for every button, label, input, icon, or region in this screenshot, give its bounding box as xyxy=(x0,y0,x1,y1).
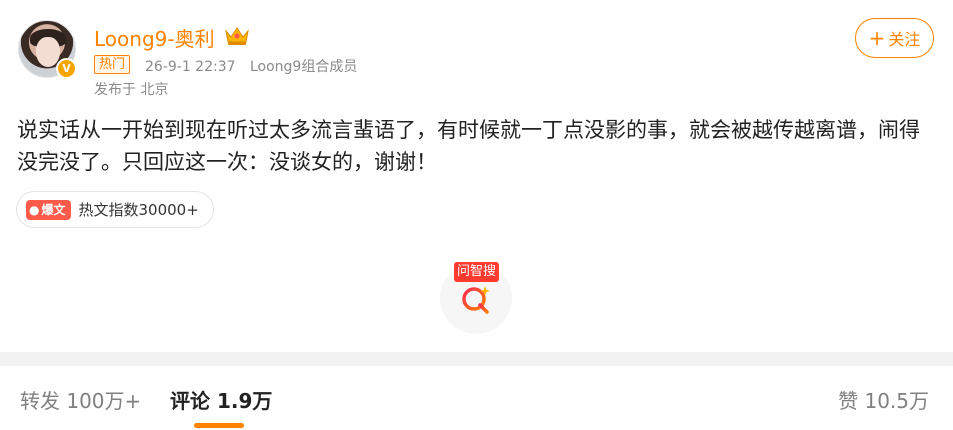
tab-repost[interactable]: 转发 100万+ xyxy=(20,385,141,414)
flame-icon: ● xyxy=(29,202,40,217)
post-content[interactable]: 说实话从一开始到现在听过太多流言蜚语了，有时候就一丁点没影的事，就会被越传越离谱… xyxy=(17,114,937,178)
username[interactable]: Loong9-奥利 xyxy=(94,23,215,52)
hotness-badge: ● 爆文 xyxy=(26,199,71,220)
crown-icon xyxy=(225,27,249,45)
tab-comment[interactable]: 评论 1.9万 xyxy=(170,385,272,414)
post-location: 发布于 北京 xyxy=(94,82,169,98)
ai-search-widget[interactable]: 问智搜 xyxy=(440,262,512,334)
post-time: 26-9-1 22:37 xyxy=(145,59,236,75)
active-tab-indicator xyxy=(194,423,244,428)
hot-tag: 热门 xyxy=(94,55,131,74)
verified-v-icon: V xyxy=(56,58,77,79)
post-source: Loong9组合成员 xyxy=(249,59,358,75)
search-widget-label: 问智搜 xyxy=(454,262,500,282)
follow-label: 关注 xyxy=(888,30,921,49)
hotness-text: 热文指数30000+ xyxy=(78,201,199,219)
follow-button[interactable]: + 关注 xyxy=(855,18,934,58)
post-meta: 26-9-1 22:37 Loong9组合成员 xyxy=(145,56,357,76)
plus-icon: + xyxy=(868,26,886,50)
hotness-chip[interactable]: ● 爆文 热文指数30000+ xyxy=(16,191,214,228)
hotness-badge-label: 爆文 xyxy=(41,203,66,217)
interaction-tabs: 转发 100万+ 评论 1.9万 赞 10.5万 xyxy=(0,366,953,430)
section-divider xyxy=(0,352,953,366)
search-q-icon xyxy=(462,286,490,314)
post-card: V Loong9-奥利 热门 26-9-1 22:37 Loong9组合成员 发… xyxy=(0,0,953,352)
tab-like[interactable]: 赞 10.5万 xyxy=(838,385,929,414)
